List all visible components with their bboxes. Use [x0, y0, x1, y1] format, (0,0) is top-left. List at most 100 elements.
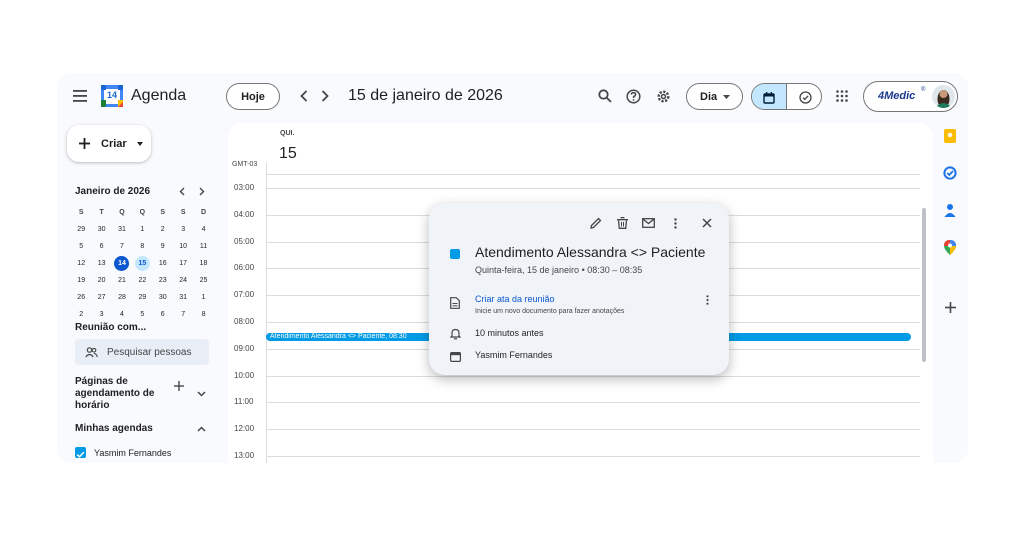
hour-gridline	[266, 456, 920, 457]
edit-icon[interactable]	[588, 215, 604, 231]
weekday-header: S	[160, 209, 166, 216]
mini-calendar-day[interactable]: 5	[132, 306, 152, 323]
caret-down-icon	[136, 141, 143, 146]
plus-icon	[79, 138, 90, 149]
mini-calendar-day[interactable]: 6	[91, 238, 111, 255]
mini-calendar-day[interactable]: 3	[91, 306, 111, 323]
mini-calendar-day[interactable]: 4	[193, 221, 213, 238]
tasks-icon[interactable]	[942, 165, 958, 181]
mini-calendar-day[interactable]: 13	[91, 255, 111, 272]
organizer-name: Yasmim Fernandes	[475, 350, 553, 360]
gear-icon[interactable]	[654, 87, 672, 105]
document-icon	[449, 296, 461, 310]
create-button[interactable]: Criar	[67, 125, 151, 162]
mini-calendar-day[interactable]: 31	[112, 221, 132, 238]
mini-calendar-day[interactable]: 31	[173, 289, 193, 306]
mini-calendar-day[interactable]: 28	[112, 289, 132, 306]
mini-calendar-day[interactable]: 27	[91, 289, 111, 306]
search-people-input[interactable]: Pesquisar pessoas	[75, 339, 209, 365]
mini-calendar-day[interactable]: 8	[132, 238, 152, 255]
mini-calendar-day[interactable]: 25	[193, 272, 213, 289]
create-notes-hint: Inicie um novo documento para fazer anot…	[475, 308, 625, 315]
delete-icon[interactable]	[614, 215, 630, 231]
scrollbar[interactable]	[922, 208, 926, 362]
mini-calendar-day[interactable]: 24	[173, 272, 193, 289]
create-notes-link[interactable]: Criar ata da reunião	[475, 294, 555, 304]
mini-calendar-day[interactable]: 30	[91, 221, 111, 238]
mini-calendar-day[interactable]: 1	[193, 289, 213, 306]
calendar-view-icon[interactable]	[752, 84, 787, 109]
mini-calendar-day[interactable]: 12	[71, 255, 91, 272]
mini-calendar-day[interactable]: 17	[173, 255, 193, 272]
mini-calendar-day[interactable]: 16	[153, 255, 173, 272]
mini-calendar-day[interactable]: 9	[153, 238, 173, 255]
create-label: Criar	[101, 137, 127, 150]
apps-grid-icon[interactable]	[833, 87, 851, 105]
close-icon[interactable]	[699, 215, 715, 231]
keep-icon[interactable]	[942, 128, 958, 144]
meet-with-label: Reunião com...	[75, 322, 147, 333]
mini-calendar-day[interactable]: 5	[71, 238, 91, 255]
maps-icon[interactable]	[942, 239, 958, 255]
notes-more-icon[interactable]	[701, 293, 713, 307]
search-icon[interactable]	[596, 87, 614, 105]
email-icon[interactable]	[640, 215, 656, 231]
mini-calendar-day[interactable]: 14	[114, 256, 130, 271]
contacts-icon[interactable]	[942, 202, 958, 218]
mini-calendar-day[interactable]: 21	[112, 272, 132, 289]
mini-calendar-day[interactable]: 3	[173, 221, 193, 238]
calendar-small-icon	[449, 349, 461, 363]
calendar-logo-icon: 14	[101, 85, 123, 107]
mini-calendar-grid: S T Q Q S S D 29 30 31 1 2 3 4 5 6 7 8 9 10 11 12 13 14 15 16 17 18…	[71, 204, 213, 323]
mini-calendar-day[interactable]: 20	[91, 272, 111, 289]
day-number[interactable]: 15	[279, 145, 297, 163]
weekday-header: Q	[119, 209, 125, 216]
mini-calendar-day[interactable]: 15	[134, 256, 150, 271]
hour-label: 12:00	[234, 424, 255, 434]
mini-calendar-day[interactable]: 22	[132, 272, 152, 289]
mini-calendar-day[interactable]: 8	[193, 306, 213, 323]
search-people-placeholder: Pesquisar pessoas	[107, 346, 192, 358]
account-chip[interactable]: 4Medic ®	[863, 81, 958, 112]
chevron-up-icon[interactable]	[195, 423, 207, 435]
calendar-owner-name: Yasmim Fernandes	[94, 448, 172, 458]
mini-calendar-day[interactable]: 4	[112, 306, 132, 323]
add-booking-icon[interactable]	[173, 380, 185, 392]
help-icon[interactable]	[624, 87, 642, 105]
mini-calendar-day[interactable]: 6	[153, 306, 173, 323]
mini-next-icon[interactable]	[196, 185, 208, 197]
avatar[interactable]	[932, 85, 955, 108]
mini-calendar-day[interactable]: 19	[71, 272, 91, 289]
mini-calendar-day[interactable]: 23	[153, 272, 173, 289]
mini-calendar-day[interactable]: 7	[173, 306, 193, 323]
add-addon-icon[interactable]	[942, 299, 958, 315]
more-options-icon[interactable]	[667, 215, 683, 231]
event-datetime: Quinta-feira, 15 de janeiro • 08:30 – 08…	[475, 265, 643, 275]
mini-prev-icon[interactable]	[176, 185, 188, 197]
mini-calendar-day[interactable]: 2	[153, 221, 173, 238]
view-select-dropdown[interactable]: Dia	[686, 83, 743, 110]
caret-down-icon	[723, 95, 730, 99]
mini-calendar-day[interactable]: 29	[71, 221, 91, 238]
chevron-left-icon[interactable]	[295, 87, 313, 105]
mini-calendar-day[interactable]: 11	[193, 238, 213, 255]
mini-calendar-day[interactable]: 30	[153, 289, 173, 306]
view-select-label: Dia	[700, 90, 718, 103]
main-menu-icon[interactable]	[71, 87, 89, 105]
mini-calendar-day[interactable]: 26	[71, 289, 91, 306]
tasks-view-icon[interactable]	[787, 84, 821, 109]
mini-calendar-day[interactable]: 10	[173, 238, 193, 255]
weekday-header: Q	[139, 209, 146, 216]
calendar-checkbox[interactable]	[75, 447, 86, 458]
today-button[interactable]: Hoje	[226, 83, 280, 110]
mini-calendar-day[interactable]: 18	[193, 255, 213, 272]
weekday-header: S	[180, 209, 186, 216]
chevron-down-icon[interactable]	[195, 388, 207, 400]
chevron-right-icon[interactable]	[316, 87, 334, 105]
hour-gridline	[266, 375, 920, 377]
mini-calendar-day[interactable]: 2	[71, 306, 91, 323]
mini-calendar-day[interactable]: 7	[112, 238, 132, 255]
mini-calendar-day[interactable]: 1	[132, 221, 152, 238]
mini-calendar-day[interactable]: 29	[132, 289, 152, 306]
hour-label: 03:00	[234, 183, 255, 192]
